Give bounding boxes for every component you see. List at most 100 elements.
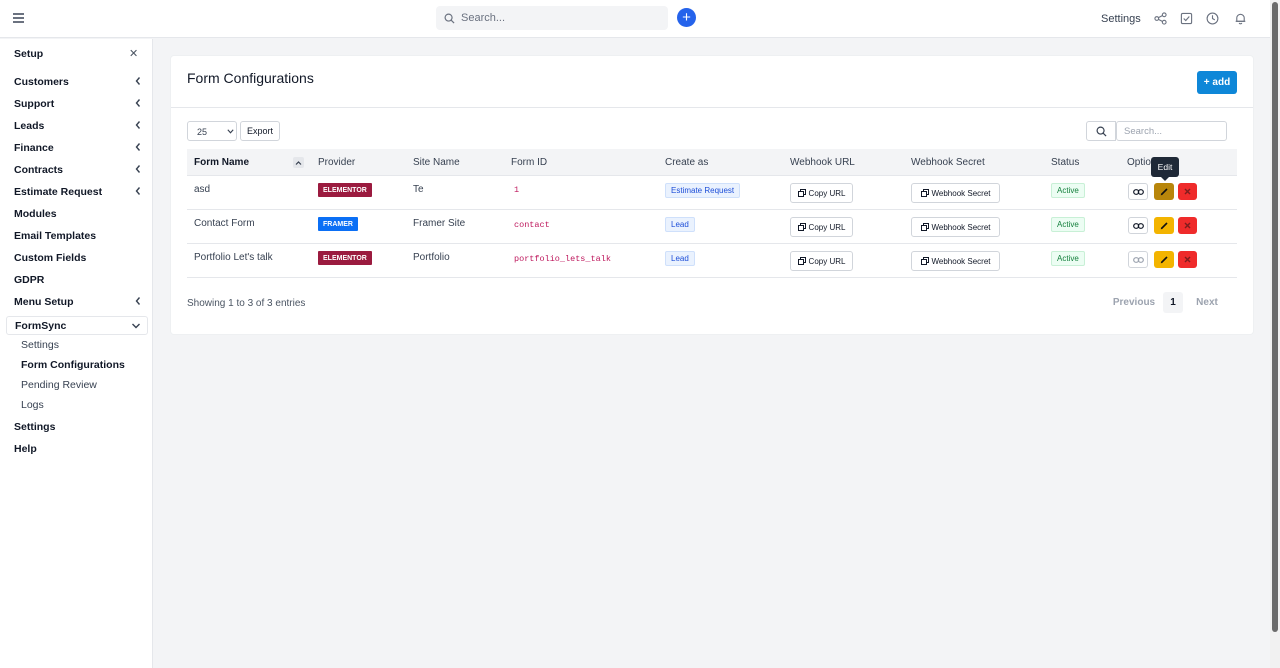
webhook-secret-button[interactable]: Webhook Secret (911, 251, 1000, 271)
sidebar-item-email-templates[interactable]: Email Templates (14, 227, 142, 245)
copy-url-label: Copy URL (808, 188, 846, 198)
sidebar-item-label: Menu Setup (14, 296, 74, 308)
create-as-badge: Lead (665, 251, 695, 266)
pagination-previous[interactable]: Previous (1112, 292, 1156, 313)
add-button[interactable]: + add (1197, 71, 1237, 94)
form-name-cell: Contact Form (194, 218, 255, 229)
sidebar-item-label: Finance (14, 142, 54, 154)
sidebar-item-label: Custom Fields (14, 252, 87, 264)
copy-icon (797, 189, 806, 197)
sidebar-item-label: Estimate Request (14, 186, 103, 198)
copy-url-label: Copy URL (808, 256, 846, 266)
settings-link[interactable]: Settings (1101, 13, 1141, 25)
quick-create-button[interactable]: + (677, 8, 696, 27)
sidebar-item-label: Help (14, 443, 37, 455)
link-icon (1132, 222, 1144, 229)
sidebar-subitem-pending-review[interactable]: Pending Review (21, 379, 97, 391)
column-header-webhook-url[interactable]: Webhook URL (790, 157, 855, 168)
sidebar-item-menu-setup[interactable]: Menu Setup (14, 293, 142, 311)
add-label: add (1212, 77, 1231, 88)
copy-link-button[interactable] (1128, 183, 1148, 200)
sidebar-subitem-settings[interactable]: Settings (21, 339, 59, 351)
link-icon (1132, 188, 1144, 195)
sidebar-item-estimate-request[interactable]: Estimate Request (14, 183, 142, 201)
sidebar-item-finance[interactable]: Finance (14, 139, 142, 157)
create-as-badge: Estimate Request (665, 183, 741, 198)
column-header-status[interactable]: Status (1051, 157, 1079, 168)
chevron-left-icon (135, 99, 141, 107)
form-name-cell: Portfolio Let's talk (194, 252, 273, 263)
tasks-checkbox-icon[interactable] (1180, 12, 1193, 25)
chevron-down-icon (227, 129, 234, 134)
edit-button[interactable] (1154, 251, 1174, 268)
copy-url-button[interactable]: Copy URL (790, 251, 853, 271)
divider (171, 107, 1253, 108)
notification-bell-icon[interactable] (1234, 12, 1247, 25)
copy-icon (920, 257, 929, 265)
table-info: Showing 1 to 3 of 3 entries (187, 298, 306, 309)
sidebar-item-help[interactable]: Help (14, 440, 142, 458)
sidebar-item-customers[interactable]: Customers (14, 73, 142, 91)
search-icon (1096, 126, 1107, 137)
sidebar-subitem-logs[interactable]: Logs (21, 399, 44, 411)
page-scrollbar[interactable] (1270, 0, 1280, 668)
chevron-left-icon (135, 121, 141, 129)
status-badge: Active (1051, 183, 1085, 198)
copy-url-button[interactable]: Copy URL (790, 217, 853, 237)
clock-icon[interactable] (1206, 12, 1219, 25)
page-title: Form Configurations (187, 70, 314, 86)
sidebar-item-custom-fields[interactable]: Custom Fields (14, 249, 142, 267)
hamburger-menu-icon[interactable] (13, 13, 24, 23)
table-search-input[interactable] (1116, 121, 1227, 141)
sidebar-item-contracts[interactable]: Contracts (14, 161, 142, 179)
plus-icon: + (1203, 77, 1213, 88)
webhook-secret-button[interactable]: Webhook Secret (911, 217, 1000, 237)
delete-button[interactable] (1178, 183, 1197, 200)
sidebar-item-label: FormSync (15, 320, 67, 332)
copy-url-button[interactable]: Copy URL (790, 183, 853, 203)
sidebar-item-support[interactable]: Support (14, 95, 142, 113)
scrollbar-thumb[interactable] (1272, 2, 1278, 632)
global-search[interactable] (436, 6, 668, 30)
table-search-button[interactable] (1086, 121, 1116, 141)
delete-icon (1184, 222, 1191, 229)
column-header-site-name[interactable]: Site Name (413, 157, 460, 168)
webhook-secret-label: Webhook Secret (931, 188, 991, 198)
sidebar-item-formsync[interactable]: FormSync (6, 316, 148, 335)
pagination-page-1[interactable]: 1 (1163, 292, 1183, 313)
sort-ascending-icon[interactable] (293, 157, 304, 168)
sidebar-item-leads[interactable]: Leads (14, 117, 142, 135)
edit-button[interactable] (1154, 183, 1174, 200)
copy-url-label: Copy URL (808, 222, 846, 232)
sidebar-item-gdpr[interactable]: GDPR (14, 271, 142, 289)
copy-link-button[interactable] (1128, 251, 1148, 268)
table-header: Form Name Provider Site Name Form ID Cre… (187, 149, 1237, 176)
pencil-icon (1160, 222, 1168, 230)
pagination-next[interactable]: Next (1192, 292, 1222, 313)
edit-button[interactable] (1154, 217, 1174, 234)
delete-button[interactable] (1178, 217, 1197, 234)
form-id-cell: portfolio_lets_talk (514, 254, 611, 264)
page-length-select[interactable]: 25 (187, 121, 237, 141)
table-row: Contact Form FRAMER Framer Site contact Lead… (187, 210, 1237, 244)
export-button[interactable]: Export (240, 121, 280, 141)
share-icon[interactable] (1154, 12, 1167, 25)
provider-badge: ELEMENTOR (318, 251, 372, 265)
sidebar-item-settings[interactable]: Settings (14, 418, 142, 436)
column-header-form-id[interactable]: Form ID (511, 157, 547, 168)
copy-link-button[interactable] (1128, 217, 1148, 234)
sidebar-item-modules[interactable]: Modules (14, 205, 142, 223)
column-header-webhook-secret[interactable]: Webhook Secret (911, 157, 985, 168)
sidebar-subitem-form-configurations[interactable]: Form Configurations (21, 359, 125, 371)
webhook-secret-label: Webhook Secret (931, 222, 991, 232)
column-header-create-as[interactable]: Create as (665, 157, 708, 168)
form-id-cell: 1 (514, 185, 520, 195)
top-bar: + Settings (0, 0, 1270, 38)
column-header-form-name[interactable]: Form Name (194, 157, 249, 168)
webhook-secret-button[interactable]: Webhook Secret (911, 183, 1000, 203)
column-header-provider[interactable]: Provider (318, 157, 355, 168)
global-search-input[interactable] (461, 12, 651, 24)
close-icon[interactable]: ✕ (129, 47, 138, 60)
setup-sidebar: Setup ✕ Customers Support Leads Finance Cont… (0, 39, 153, 668)
delete-button[interactable] (1178, 251, 1197, 268)
